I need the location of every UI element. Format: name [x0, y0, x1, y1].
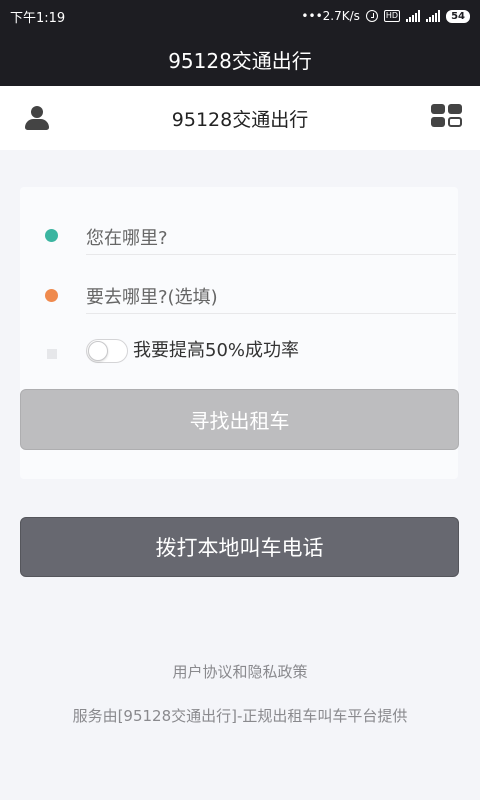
battery-icon: 54: [446, 9, 470, 23]
battery-level: 54: [446, 9, 470, 23]
call-local-label: 拨打本地叫车电话: [155, 536, 324, 560]
status-bar: 下午1:19 •••2.7K/s HD 54: [0, 0, 480, 32]
signal-icon: [426, 10, 441, 22]
origin-placeholder: 您在哪里?: [86, 227, 168, 249]
boost-checkbox[interactable]: [47, 349, 57, 359]
app-title: 95128交通出行: [168, 48, 312, 73]
boost-toggle[interactable]: [86, 339, 128, 363]
network-speed: •••2.7K/s: [301, 9, 360, 23]
find-taxi-label: 寻找出租车: [189, 409, 290, 433]
find-taxi-button[interactable]: 寻找出租车: [20, 389, 459, 450]
status-time: 下午1:19: [10, 10, 66, 26]
boost-label: 我要提高50%成功率: [133, 340, 300, 361]
destination-input[interactable]: 要去哪里?(选填): [86, 278, 456, 314]
origin-input[interactable]: 您在哪里?: [86, 219, 456, 255]
status-icons: •••2.7K/s HD 54: [301, 9, 470, 23]
grid-icon[interactable]: [431, 104, 463, 128]
destination-dot-icon: [45, 289, 58, 302]
alarm-icon: [365, 10, 378, 22]
user-icon[interactable]: [25, 106, 49, 130]
page-title: 95128交通出行: [171, 108, 309, 131]
origin-dot-icon: [45, 229, 58, 242]
signal-4g-icon: [406, 10, 421, 22]
toggle-knob: [88, 341, 108, 361]
service-note: 服务由[95128交通出行]-正规出租车叫车平台提供: [72, 707, 408, 725]
call-local-button[interactable]: 拨打本地叫车电话: [20, 517, 459, 577]
destination-placeholder: 要去哪里?(选填): [86, 286, 218, 308]
policy-link[interactable]: 用户协议和隐私政策: [0, 661, 480, 682]
page-header: 95128交通出行: [0, 86, 480, 150]
hd-icon: HD: [383, 10, 401, 22]
app-title-bar: 95128交通出行: [0, 32, 480, 86]
